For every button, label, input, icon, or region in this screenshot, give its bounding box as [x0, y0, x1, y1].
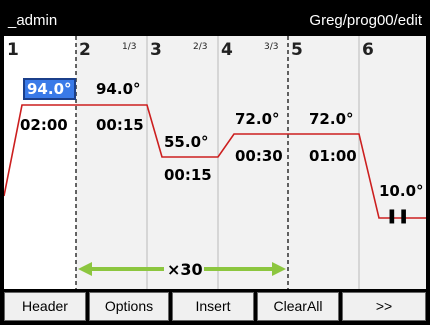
user-label: _admin [8, 12, 58, 29]
step-3-subnum: 2/3 [193, 42, 208, 52]
step-6-hold-pause-icon[interactable]: ❚❚ [386, 208, 409, 224]
step-2-subnum: 1/3 [122, 42, 137, 52]
more-button[interactable]: >> [342, 292, 426, 321]
step-3-temp[interactable]: 55.0° [164, 133, 209, 151]
step-2-temp[interactable]: 94.0° [96, 80, 141, 98]
loop-arrowhead-right [272, 262, 286, 276]
step-5-time[interactable]: 01:00 [309, 147, 357, 165]
step-4-time[interactable]: 00:30 [235, 147, 283, 165]
step-6-temp[interactable]: 10.0° [379, 182, 424, 200]
step-4-temp[interactable]: 72.0° [235, 110, 280, 128]
clear-all-button[interactable]: ClearAll [257, 292, 339, 321]
step-1-temp-field[interactable]: 94.0° [23, 78, 76, 100]
step-2-number: 2 [79, 40, 91, 60]
step-4-number: 4 [221, 40, 233, 60]
step-4-subnum: 3/3 [264, 42, 279, 52]
step-1-number: 1 [7, 40, 19, 60]
program-path: Greg/prog00/edit [309, 12, 422, 29]
softkey-bar: Header Options Insert ClearAll >> [4, 292, 426, 322]
step-3-number: 3 [150, 40, 162, 60]
title-bar: _admin Greg/prog00/edit [0, 0, 430, 36]
step-5-number: 5 [291, 40, 303, 60]
options-button[interactable]: Options [89, 292, 169, 321]
program-editor[interactable]: 1 2 1/3 3 2/3 4 3/3 5 6 94.0° 94.0° 55.0… [4, 36, 426, 289]
device-frame: _admin Greg/prog00/edit 1 2 1/3 3 2/3 4 … [0, 0, 430, 325]
step-3-time[interactable]: 00:15 [164, 166, 212, 184]
insert-button[interactable]: Insert [172, 292, 254, 321]
step-1-time[interactable]: 02:00 [20, 116, 68, 134]
loop-count[interactable]: ×30 [167, 260, 203, 279]
step-5-temp[interactable]: 72.0° [309, 110, 354, 128]
step-6-number: 6 [362, 40, 374, 60]
loop-arrowhead-left [78, 262, 92, 276]
profile-graphic [4, 36, 426, 289]
step-2-time[interactable]: 00:15 [96, 116, 144, 134]
header-button[interactable]: Header [4, 292, 86, 321]
